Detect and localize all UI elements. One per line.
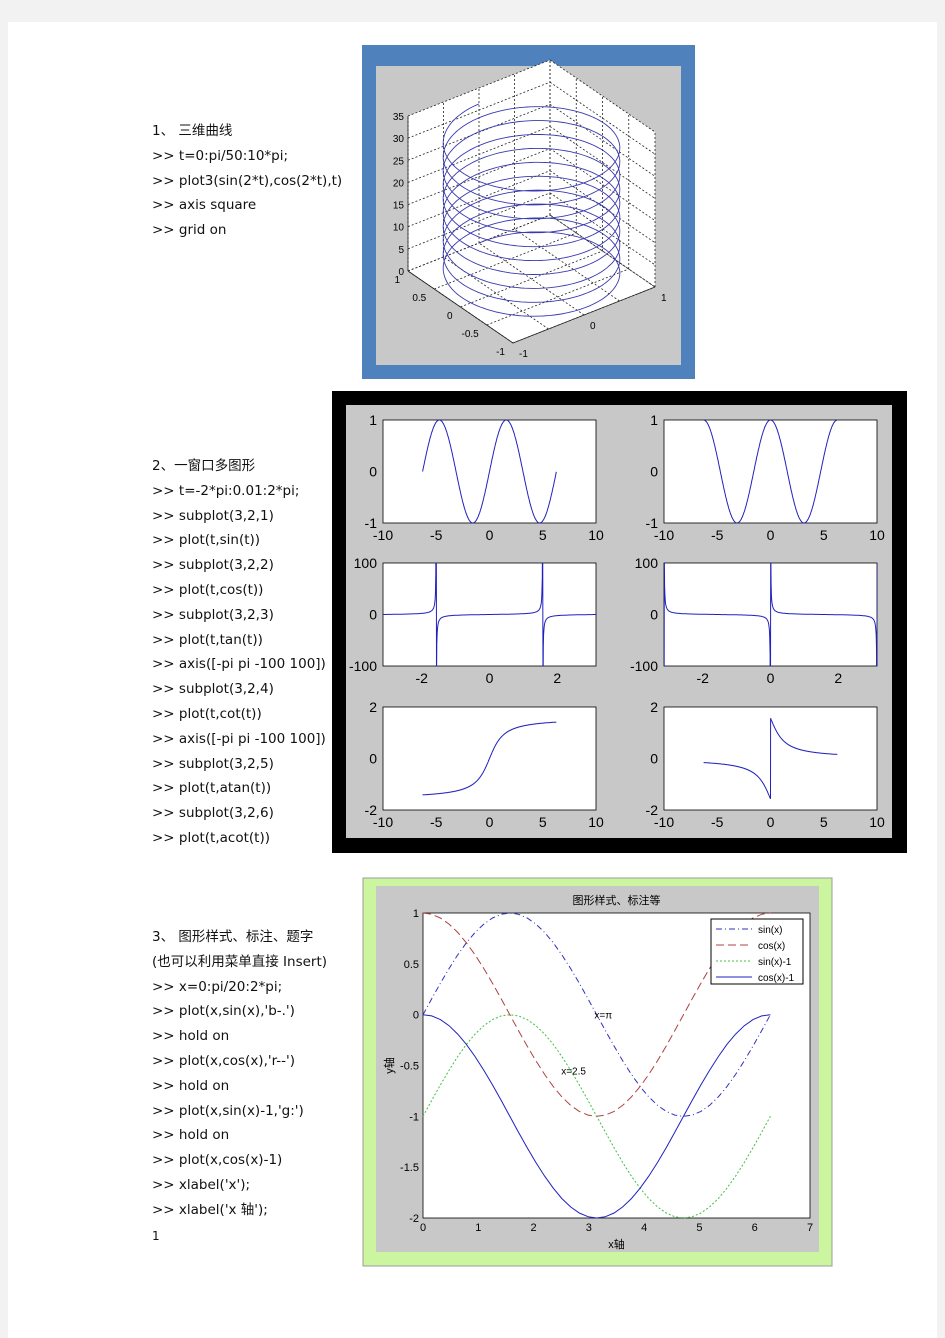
annotation: x=π (594, 1011, 612, 1022)
y-tick-label: 2 (650, 699, 658, 715)
y-tick-label: 0 (650, 751, 658, 767)
x-tick-label: 3 (586, 1222, 592, 1234)
y-tick-label: -0.5 (462, 329, 480, 340)
z-tick-label: 35 (393, 112, 405, 123)
x-tick-label: -5 (430, 527, 443, 543)
z-tick-label: 25 (393, 156, 405, 167)
y-tick-label: -2 (409, 1213, 419, 1225)
x-tick-label: 5 (696, 1222, 702, 1234)
x-tick-label: 1 (475, 1222, 481, 1234)
y-tick-label: 0 (650, 607, 658, 623)
x-tick-label: 4 (641, 1222, 647, 1234)
x-tick-label: -2 (696, 670, 709, 686)
x-tick-label: 10 (869, 814, 885, 830)
x-tick-label: -1 (519, 349, 528, 360)
x-tick-label: 10 (869, 527, 885, 543)
x-tick-label: -5 (711, 527, 724, 543)
legend-label: sin(x) (758, 925, 782, 936)
y-tick-label: -2 (646, 802, 659, 818)
z-tick-label: 15 (393, 201, 405, 212)
x-tick-label: -5 (711, 814, 724, 830)
x-tick-label: 0 (767, 670, 775, 686)
legend-label: cos(x) (758, 941, 785, 952)
x-tick-label: 7 (807, 1222, 813, 1234)
x-tick-label: 1 (661, 293, 667, 304)
x-tick-label: 5 (539, 814, 547, 830)
x-axis-label: x轴 (608, 1237, 625, 1251)
x-tick-label: 0 (486, 527, 494, 543)
y-tick-label: 0 (447, 311, 453, 322)
x-tick-label: 0 (590, 321, 596, 332)
x-tick-label: -5 (430, 814, 443, 830)
y-tick-label: 1 (369, 412, 377, 428)
x-tick-label: 2 (553, 670, 561, 686)
y-tick-label: 2 (369, 699, 377, 715)
y-tick-label: 0 (650, 464, 658, 480)
figure-3d-helix: 0510152025303510.50-0.5-1 -101 (362, 45, 695, 379)
y-tick-label: 0 (413, 1010, 419, 1022)
y-tick-label: 0 (369, 751, 377, 767)
y-tick-label: 0 (369, 607, 377, 623)
x-tick-label: 5 (820, 527, 828, 543)
x-tick-label: -2 (415, 670, 428, 686)
figure-styled-plot: 图形样式、标注等 x轴 y轴 0 1 2 3 4 5 6 7 1 0.5 0 -0.5 -1 -1.5 -2 x=π… (362, 877, 833, 1267)
x-tick-label: 0 (486, 670, 494, 686)
y-tick-label: -100 (630, 658, 658, 674)
y-tick-label: -1.5 (400, 1162, 419, 1174)
y-tick-label: 1 (650, 412, 658, 428)
x-tick-label: 0 (767, 527, 775, 543)
z-tick-label: 30 (393, 134, 405, 145)
y-tick-label: 0 (369, 464, 377, 480)
x-tick-label: 2 (531, 1222, 537, 1234)
chart-title: 图形样式、标注等 (573, 893, 661, 907)
y-tick-label: -1 (409, 1111, 419, 1123)
y-tick-label: -1 (365, 515, 378, 531)
x-tick-label: 0 (420, 1222, 426, 1234)
annotation: x=2.5 (561, 1067, 586, 1078)
y-tick-label: -1 (496, 347, 505, 358)
y-tick-label: 0.5 (412, 293, 426, 304)
y-tick-label: 100 (354, 555, 378, 571)
x-tick-label: 6 (752, 1222, 758, 1234)
y-tick-label: 1 (413, 908, 419, 920)
y-tick-label: -100 (349, 658, 377, 674)
x-tick-label: 0 (486, 814, 494, 830)
x-tick-label: 10 (588, 527, 604, 543)
x-tick-label: 5 (820, 814, 828, 830)
y-tick-label: 1 (394, 275, 400, 286)
y-tick-label: -1 (646, 515, 659, 531)
y-tick-label: 0.5 (404, 959, 419, 971)
subplot-axes (663, 419, 878, 524)
y-tick-label: -0.5 (400, 1061, 419, 1073)
x-tick-label: 0 (767, 814, 775, 830)
legend-label: cos(x)-1 (758, 973, 795, 984)
z-tick-label: 5 (398, 245, 404, 256)
z-tick-label: 10 (393, 223, 405, 234)
z-tick-label: 20 (393, 178, 405, 189)
y-tick-label: -2 (365, 802, 378, 818)
legend-label: sin(x)-1 (758, 957, 792, 968)
x-tick-label: 10 (588, 814, 604, 830)
figures: 0510152025303510.50-0.5-1 -101 -10 -5 0 5 101… (332, 45, 907, 1267)
x-tick-label: 2 (834, 670, 842, 686)
x-tick-label: 5 (539, 527, 547, 543)
y-tick-label: 100 (635, 555, 659, 571)
y-axis-label: y轴 (382, 1057, 396, 1074)
